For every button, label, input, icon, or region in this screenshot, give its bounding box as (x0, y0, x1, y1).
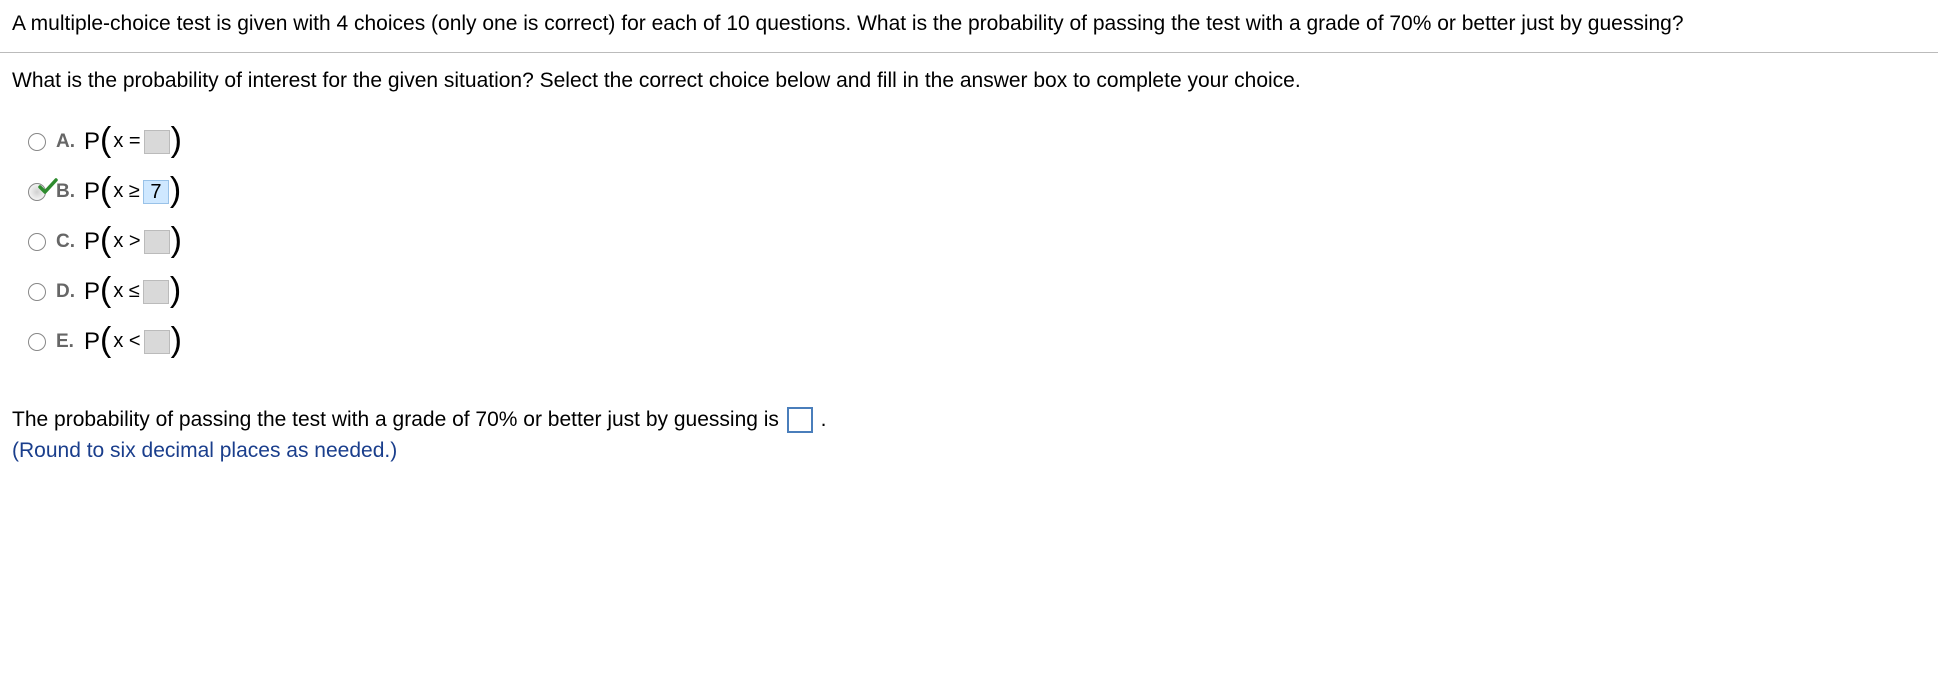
sub-question: What is the probability of interest for … (0, 53, 1938, 105)
choice-e-input[interactable] (144, 330, 170, 354)
final-text-before: The probability of passing the test with… (12, 408, 785, 431)
final-line: The probability of passing the test with… (12, 404, 1926, 436)
choice-d-expression: P ( x ≤ ) (84, 278, 181, 306)
choice-letter-c: C. (56, 231, 84, 253)
choice-a-expression: P ( x = ) (84, 128, 182, 156)
choice-c-expression: P ( x > ) (84, 228, 182, 256)
choice-letter-a: A. (56, 131, 84, 153)
choice-e-expression: P ( x < ) (84, 328, 182, 356)
choice-c-input[interactable] (144, 230, 170, 254)
final-answer-input[interactable] (787, 407, 813, 433)
choice-e[interactable]: E. P ( x < ) (28, 326, 1926, 358)
choice-d-input[interactable] (143, 280, 169, 304)
choice-letter-e: E. (56, 331, 84, 353)
radio-c[interactable] (28, 233, 46, 251)
sub-question-text: What is the probability of interest for … (12, 69, 1301, 92)
final-text-after: . (821, 408, 827, 431)
radio-d[interactable] (28, 283, 46, 301)
question-text: A multiple-choice test is given with 4 c… (12, 12, 1684, 35)
choice-c[interactable]: C. P ( x > ) (28, 226, 1926, 258)
choices-container: A. P ( x = ) B. P ( x ≥ 7 ) C. P ( (0, 106, 1938, 386)
rounding-note: (Round to six decimal places as needed.) (12, 435, 1926, 467)
choice-b-input[interactable]: 7 (143, 180, 169, 204)
radio-e[interactable] (28, 333, 46, 351)
checkmark-icon (36, 183, 54, 201)
choice-letter-d: D. (56, 281, 84, 303)
choice-a[interactable]: A. P ( x = ) (28, 126, 1926, 158)
choice-a-input[interactable] (144, 130, 170, 154)
choice-d[interactable]: D. P ( x ≤ ) (28, 276, 1926, 308)
radio-a[interactable] (28, 133, 46, 151)
choice-letter-b: B. (56, 181, 84, 203)
choice-b[interactable]: B. P ( x ≥ 7 ) (28, 176, 1926, 208)
final-section: The probability of passing the test with… (0, 386, 1938, 487)
question-header: A multiple-choice test is given with 4 c… (0, 0, 1938, 53)
choice-b-expression: P ( x ≥ 7 ) (84, 178, 181, 206)
